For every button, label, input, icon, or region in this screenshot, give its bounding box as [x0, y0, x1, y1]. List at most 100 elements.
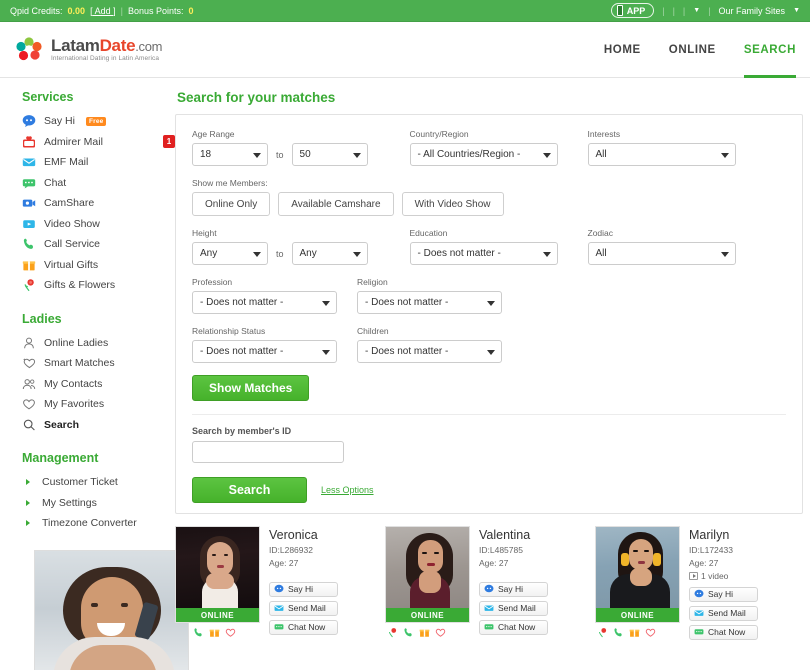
sidebar-item-online-ladies[interactable]: Online Ladies — [22, 333, 175, 354]
action-label: Chat Now — [708, 627, 746, 637]
chip-available-camshare[interactable]: Available Camshare — [278, 192, 394, 216]
gift-icon[interactable] — [629, 627, 640, 638]
sidebar-label: Chat — [44, 176, 67, 189]
logo[interactable]: LatamDate.com International Dating in La… — [14, 35, 163, 65]
speech-bubble-icon — [22, 114, 36, 128]
less-options-link[interactable]: Less Options — [321, 485, 374, 495]
phone-icon[interactable] — [613, 627, 624, 638]
country-select[interactable]: - All Countries/Region - — [409, 143, 558, 166]
profile-quick-actions — [595, 623, 680, 638]
sidebar-item-my-contacts[interactable]: My Contacts — [22, 374, 175, 395]
chat-now-button[interactable]: Chat Now — [689, 624, 758, 640]
section-divider — [192, 414, 786, 415]
age-to-text: to — [276, 150, 284, 160]
nav-item-search[interactable]: SEARCH — [743, 22, 797, 78]
sidebar-item-customer-ticket[interactable]: Customer Ticket — [22, 472, 175, 493]
heart-icon[interactable] — [225, 627, 236, 638]
height-from-select[interactable]: Any — [192, 242, 268, 265]
family-sites-chevron-down-icon[interactable]: ▼ — [793, 7, 800, 14]
chip-with-video-show[interactable]: With Video Show — [401, 192, 504, 216]
profile-photo[interactable]: ONLINE — [595, 526, 680, 623]
age-from-select[interactable]: 18 — [192, 143, 268, 166]
chip-online-only[interactable]: Online Only — [192, 192, 271, 216]
language-chevron-down-icon[interactable]: ▼ — [693, 7, 700, 14]
profile-photo[interactable]: ONLINE — [175, 526, 260, 623]
arrow-bullet-icon — [26, 479, 30, 486]
phone-icon[interactable] — [403, 627, 414, 638]
topbar-separator: | — [120, 5, 123, 16]
sidebar-item-virtual-gifts[interactable]: Virtual Gifts — [22, 255, 175, 276]
profile-card[interactable]: ONLINE Marilyn ID:L172433 Age: 27 1 vide… — [595, 526, 803, 640]
sidebar-item-say-hi[interactable]: Say Hi Free — [22, 111, 175, 132]
add-credits-link[interactable]: [ Add ] — [90, 6, 116, 16]
sidebar-heading-ladies: Ladies — [22, 311, 62, 326]
phone-icon[interactable] — [193, 627, 204, 638]
member-id-input[interactable] — [192, 441, 344, 463]
gift-icon[interactable] — [209, 627, 220, 638]
profession-select[interactable]: - Does not matter - — [192, 291, 337, 314]
sidebar-item-chat[interactable]: Chat — [22, 173, 175, 194]
say-hi-button[interactable]: Say Hi — [689, 586, 758, 602]
heart-icon[interactable] — [435, 627, 446, 638]
relationship-select[interactable]: - Does not matter - — [192, 340, 337, 363]
family-sites-label[interactable]: Our Family Sites — [719, 6, 786, 16]
flower-icon[interactable] — [597, 627, 608, 638]
profile-name[interactable]: Veronica — [269, 528, 338, 542]
profile-photo-wrap[interactable]: ONLINE — [595, 526, 680, 640]
sidebar-item-smart-matches[interactable]: Smart Matches — [22, 353, 175, 374]
age-to-field: 50 — [291, 129, 368, 166]
profile-photo[interactable]: ONLINE — [385, 526, 470, 623]
profile-photo-wrap[interactable]: ONLINE — [175, 526, 260, 640]
people-icon — [22, 377, 36, 391]
sidebar-item-my-settings[interactable]: My Settings — [22, 493, 175, 514]
action-label: Say Hi — [288, 584, 314, 594]
sidebar-item-timezone-converter[interactable]: Timezone Converter — [22, 513, 175, 534]
profile-card[interactable]: ONLINE Veronica ID:L286932 Age: 27 Say H… — [175, 526, 383, 640]
sidebar-item-gifts-flowers[interactable]: Gifts & Flowers — [22, 275, 175, 296]
education-select[interactable]: - Does not matter - — [409, 242, 558, 265]
logo-tagline: International Dating in Latin America — [51, 54, 160, 62]
sidebar-item-camshare[interactable]: CamShare — [22, 193, 175, 214]
religion-select[interactable]: - Does not matter - — [357, 291, 502, 314]
profile-id: ID:L286932 — [269, 545, 313, 555]
heart-icon[interactable] — [645, 627, 656, 638]
profile-name[interactable]: Marilyn — [689, 528, 758, 542]
sidebar-item-video-show[interactable]: Video Show — [22, 214, 175, 235]
say-hi-button[interactable]: Say Hi — [269, 581, 338, 597]
app-label: APP — [626, 5, 646, 16]
profile-card[interactable]: ONLINE Valentina ID:L485785 Age: 27 Say … — [385, 526, 593, 640]
height-to-select[interactable]: Any — [291, 242, 368, 265]
zodiac-select[interactable]: All — [587, 242, 736, 265]
chat-now-button[interactable]: Chat Now — [269, 619, 338, 635]
send-mail-button[interactable]: Send Mail — [479, 600, 548, 616]
profile-name[interactable]: Valentina — [479, 528, 548, 542]
send-mail-button[interactable]: Send Mail — [269, 600, 338, 616]
sidebar-item-admirer-mail[interactable]: Admirer Mail 1 — [22, 132, 175, 153]
children-select[interactable]: - Does not matter - — [357, 340, 502, 363]
sidebar-label: CamShare — [44, 197, 95, 210]
app-button[interactable]: APP — [610, 3, 655, 18]
action-label: Send Mail — [288, 603, 326, 613]
flower-icon[interactable] — [387, 627, 398, 638]
profile-photo-wrap[interactable]: ONLINE — [385, 526, 470, 640]
age-to-select[interactable]: 50 — [291, 143, 368, 166]
say-hi-button[interactable]: Say Hi — [479, 581, 548, 597]
phone-icon — [22, 237, 36, 251]
search-button[interactable]: Search — [192, 477, 307, 503]
profile-actions: Say Hi Send Mail Chat Now — [269, 581, 338, 635]
sidebar-item-emf-mail[interactable]: EMF Mail — [22, 152, 175, 173]
site-header: LatamDate.com International Dating in La… — [0, 22, 810, 78]
send-mail-button[interactable]: Send Mail — [689, 605, 758, 621]
zodiac-label: Zodiac — [587, 228, 614, 238]
sidebar-item-my-favorites[interactable]: My Favorites — [22, 394, 175, 415]
sidebar-label: Admirer Mail — [44, 135, 103, 148]
show-matches-button[interactable]: Show Matches — [192, 375, 310, 401]
interests-select[interactable]: All — [587, 143, 736, 166]
chat-now-button[interactable]: Chat Now — [479, 619, 548, 635]
gift-icon[interactable] — [419, 627, 430, 638]
sidebar-item-call-service[interactable]: Call Service — [22, 234, 175, 255]
nav-item-online[interactable]: ONLINE — [669, 22, 716, 78]
topbar-separator-3: | — [672, 5, 675, 16]
nav-item-home[interactable]: HOME — [604, 22, 641, 78]
sidebar-item-search[interactable]: Search — [22, 415, 175, 436]
